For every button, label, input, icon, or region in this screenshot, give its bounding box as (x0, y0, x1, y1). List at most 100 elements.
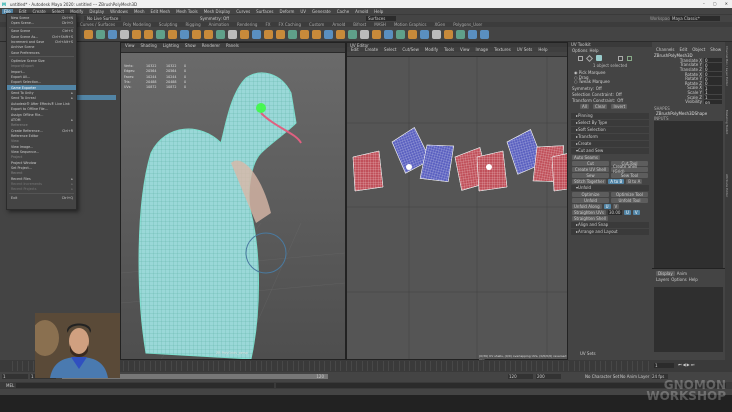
symmetry-dropdown[interactable]: Off (596, 86, 602, 91)
menu-options[interactable]: Options (572, 48, 587, 53)
channel-value[interactable]: 1 (704, 85, 722, 91)
angle-input[interactable]: 30.00 (607, 209, 622, 215)
menu-deform[interactable]: Deform (279, 9, 294, 14)
shelf-tool-icon[interactable] (444, 29, 453, 39)
channel-menu-object[interactable]: Object (692, 47, 705, 52)
menu-help[interactable]: Help (374, 9, 383, 14)
file-menu-item-increment-and-save[interactable]: Increment and Save Ctrl+Alt+S (7, 39, 76, 44)
uv-mode-icon[interactable] (618, 55, 623, 61)
shelf-tool-icon[interactable] (96, 29, 105, 39)
edge-mode-icon[interactable] (585, 54, 594, 62)
menu-display[interactable]: Display (89, 9, 104, 14)
selection-constraint-dropdown[interactable]: Off (616, 92, 622, 97)
shelf-tool-icon[interactable] (216, 29, 225, 39)
file-menu-item-exit[interactable]: Exit Ctrl+Q (7, 195, 76, 200)
menu-mesh[interactable]: Mesh (134, 9, 145, 14)
uv-canvas[interactable]: (0/39) UV shells, (0/0) overlapping UVs,… (347, 57, 583, 362)
menu-arnold[interactable]: Arnold (355, 9, 368, 14)
viewport-canvas[interactable]: Verts: 10322 10322 0 Edges: 20564 20564 0 Faces:… (120, 53, 346, 360)
menu-mesh-tools[interactable]: Mesh Tools (176, 9, 198, 14)
straighten-u-toggle[interactable]: U (623, 209, 631, 215)
shelf-tool-icon[interactable] (312, 29, 321, 39)
channel-menu-channels[interactable]: Channels (656, 47, 675, 52)
uv-menu-select[interactable]: Select (384, 47, 396, 52)
vertex-mode-icon[interactable] (578, 55, 583, 61)
shelf-tool-icon[interactable] (432, 29, 441, 39)
side-tab[interactable]: Attribute Editor (725, 174, 729, 234)
viewport-menu-lighting[interactable]: Lighting (163, 43, 179, 48)
shelf-tool-icon[interactable] (336, 29, 345, 39)
side-tab[interactable]: Modeling Toolkit (725, 110, 729, 170)
selection-mode-radio[interactable]: ○ Tweak Marquee (574, 79, 646, 84)
section-cut-and-sew[interactable]: ▾ Cut and Sew (571, 147, 649, 154)
menu-options[interactable]: Options (671, 277, 686, 282)
viewport-menu-shading[interactable]: Shading (141, 43, 157, 48)
viewport-menu-view[interactable]: View (125, 43, 135, 48)
file-menu-item-open-scene[interactable]: Open Scene... Ctrl+O (7, 20, 76, 25)
shelf-tool-icon[interactable] (192, 29, 201, 39)
channel-value[interactable]: 0 (704, 72, 722, 77)
menu-help[interactable]: Help (589, 48, 598, 53)
file-menu-item-create-reference[interactable]: Create Reference... Ctrl+R (7, 128, 76, 133)
shelf-tool-icon[interactable] (300, 29, 309, 39)
shelf-tool-icon[interactable] (468, 29, 477, 39)
uv-menu-tools[interactable]: Tools (444, 47, 454, 52)
shelf-tool-icon[interactable] (408, 29, 417, 39)
shelf-tool-icon[interactable] (324, 29, 333, 39)
uv-menu-uv-sets[interactable]: UV Sets (517, 47, 533, 52)
side-tab[interactable]: Channel Box / Layer Editor (725, 46, 729, 106)
menu-edit-mesh[interactable]: Edit Mesh (151, 9, 171, 14)
optimize-button[interactable]: Optimize (572, 191, 609, 197)
shelf-tool-icon[interactable] (288, 29, 297, 39)
create-uv-shell-button[interactable]: Create UV Shell (572, 166, 609, 172)
shelf-tool-icon[interactable] (144, 29, 153, 39)
section-arrange-layout[interactable]: ▸ Arrange and Layout (571, 228, 649, 235)
uv-menu-create[interactable]: Create (365, 47, 378, 52)
file-menu-item-save-preferences[interactable]: Save Preferences (7, 50, 76, 55)
sew-tool-button[interactable]: Sew Tool (611, 172, 648, 178)
viewport-menu-show[interactable]: Show (185, 43, 196, 48)
perspective-viewport[interactable]: View Shading Lighting Show Renderer Panels Ve… (120, 42, 346, 360)
section-unfold[interactable]: ▾ Unfold (571, 184, 649, 191)
shelf-tool-icon[interactable] (348, 29, 357, 39)
shelf-tool-icon[interactable] (228, 29, 237, 39)
shelf-tool-icon[interactable] (108, 29, 117, 39)
viewport-menu-renderer[interactable]: Renderer (202, 43, 220, 48)
shelf-tool-icon[interactable] (180, 29, 189, 39)
uv-menu-cut-sew[interactable]: Cut/Sew (402, 47, 419, 52)
shelf-tool-icon[interactable] (360, 29, 369, 39)
section-align-snap[interactable]: ▸ Align and Snap (571, 221, 649, 228)
character-set-dropdown[interactable]: No Character Set (585, 374, 619, 379)
unfold-button[interactable]: Unfold (572, 197, 609, 203)
object-mode-icon[interactable] (596, 55, 602, 61)
channel-value[interactable]: 0 (704, 81, 722, 86)
optimize-tool-button[interactable]: Optimize Tool (611, 191, 648, 197)
start-frame-field[interactable]: 1 (2, 374, 28, 379)
channel-value[interactable]: 0 (704, 76, 722, 82)
shelf-tool-icon[interactable] (156, 29, 165, 39)
a-to-b-button[interactable]: A to B (608, 178, 625, 184)
select-all-button[interactable]: All (580, 103, 589, 109)
channel-value[interactable]: 0 (704, 58, 722, 63)
file-menu-item-recent-projects[interactable]: Recent Projects ▸ (7, 187, 76, 192)
channel-value[interactable]: 0 (704, 62, 722, 68)
shelf-tool-icon[interactable] (372, 29, 381, 39)
uv-shell[interactable] (352, 150, 384, 192)
shelf-tool-icon[interactable] (420, 29, 429, 39)
minimize-button[interactable]: – (703, 1, 705, 6)
channel-value[interactable]: on (704, 99, 722, 105)
shelf-tool-icon[interactable] (252, 29, 261, 39)
create-shell-grid-button[interactable]: Create Shell (Grid) (611, 164, 648, 174)
uv-menu-image[interactable]: Image (476, 47, 489, 52)
symmetry-dropdown[interactable]: Symmetry: Off (200, 16, 229, 21)
close-button[interactable]: ✕ (725, 1, 728, 6)
tab-display[interactable]: Display (656, 271, 675, 276)
uv-menu-view[interactable]: View (460, 47, 470, 52)
menu-help[interactable]: Help (689, 277, 698, 282)
menu-generate[interactable]: Generate (312, 9, 331, 14)
shelf-tool-icon[interactable] (264, 29, 273, 39)
uvshell-mode-icon[interactable] (627, 55, 632, 61)
straighten-shell-button[interactable]: Straighten Shell (572, 215, 608, 221)
menu-mesh-display[interactable]: Mesh Display (204, 9, 231, 14)
uv-menu-modify[interactable]: Modify (425, 47, 438, 52)
